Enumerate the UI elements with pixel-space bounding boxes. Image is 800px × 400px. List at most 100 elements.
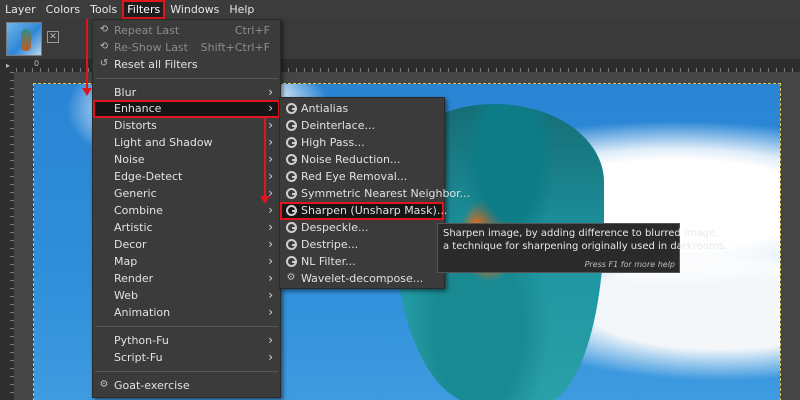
menu-item-destripe[interactable]: Destripe... xyxy=(280,236,444,253)
menu-item-deinterlace[interactable]: Deinterlace... xyxy=(280,117,444,134)
menu-item-label: NL Filter... xyxy=(301,255,356,268)
gegl-icon xyxy=(286,154,297,165)
thumbnail-bird xyxy=(21,29,31,51)
menu-item-label: Noise Reduction... xyxy=(301,153,401,166)
menu-item-label: Destripe... xyxy=(301,238,359,251)
menu-item-distorts[interactable]: Distorts › xyxy=(93,117,280,134)
menu-item-label: Map xyxy=(114,255,138,268)
menu-item-high-pass[interactable]: High Pass... xyxy=(280,134,444,151)
menu-item-label: Goat-exercise xyxy=(114,379,190,392)
menu-item-noise[interactable]: Noise › xyxy=(93,151,280,168)
menu-item-python-fu[interactable]: Python-Fu › xyxy=(93,332,280,349)
menu-item-label: Artistic xyxy=(114,221,153,234)
chevron-right-icon: › xyxy=(268,350,273,364)
chevron-right-icon: › xyxy=(268,85,273,99)
menu-item-generic[interactable]: Generic › xyxy=(93,185,280,202)
menu-item-reshow-last[interactable]: ⟲ Re-Show Last Shift+Ctrl+F xyxy=(93,39,280,56)
menu-item-label: Decor xyxy=(114,238,147,251)
menu-windows[interactable]: Windows xyxy=(165,0,224,19)
gegl-icon xyxy=(286,103,297,114)
menu-item-decor[interactable]: Decor › xyxy=(93,236,280,253)
menu-item-goat-exercise[interactable]: ⚙ Goat-exercise xyxy=(93,377,280,394)
menu-item-map[interactable]: Map › xyxy=(93,253,280,270)
chevron-right-icon: › xyxy=(268,101,273,115)
shortcut-label: Ctrl+F xyxy=(234,24,270,37)
menubar: Layer Colors Tools Filters Windows Help xyxy=(0,0,800,19)
menu-item-label: Deinterlace... xyxy=(301,119,375,132)
menu-item-despeckle[interactable]: Despeckle... xyxy=(280,219,444,236)
menu-item-wavelet-decompose[interactable]: ⚙ Wavelet-decompose... xyxy=(280,270,444,287)
menu-item-nl-filter[interactable]: NL Filter... xyxy=(280,253,444,270)
menu-item-label: Distorts xyxy=(114,119,157,132)
menu-item-red-eye-removal[interactable]: Red Eye Removal... xyxy=(280,168,444,185)
gegl-icon xyxy=(286,137,297,148)
menu-layer[interactable]: Layer xyxy=(0,0,41,19)
menu-item-light-and-shadow[interactable]: Light and Shadow › xyxy=(93,134,280,151)
tooltip-line-1: Sharpen image, by adding difference to b… xyxy=(443,228,719,239)
menu-item-label: Web xyxy=(114,289,138,302)
menu-item-reset-all-filters[interactable]: ↺ Reset all Filters xyxy=(93,56,280,73)
menu-item-edge-detect[interactable]: Edge-Detect › xyxy=(93,168,280,185)
menu-item-noise-reduction[interactable]: Noise Reduction... xyxy=(280,151,444,168)
menu-item-label: Wavelet-decompose... xyxy=(301,272,424,285)
gegl-icon xyxy=(286,188,297,199)
menu-item-combine[interactable]: Combine › xyxy=(93,202,280,219)
menu-item-label: Symmetric Nearest Neighbor... xyxy=(301,187,471,200)
menu-item-label: Combine xyxy=(114,204,163,217)
menu-item-label: Generic xyxy=(114,187,157,200)
annotation-arrow-down-icon xyxy=(82,88,92,96)
gegl-icon xyxy=(286,256,297,267)
menu-filters[interactable]: Filters xyxy=(122,0,166,19)
menu-tools[interactable]: Tools xyxy=(85,0,122,19)
menu-item-label: Python-Fu xyxy=(114,334,169,347)
menu-item-antialias[interactable]: Antialias xyxy=(280,100,444,117)
menu-item-label: Enhance xyxy=(114,102,162,115)
menu-item-label: Render xyxy=(114,272,154,285)
chevron-right-icon: › xyxy=(268,333,273,347)
menu-item-label: Script-Fu xyxy=(114,351,163,364)
gegl-icon xyxy=(286,239,297,250)
chevron-right-icon: › xyxy=(268,169,273,183)
menu-item-animation[interactable]: Animation › xyxy=(93,304,280,321)
ruler-corner-icon[interactable]: ▸ xyxy=(0,59,16,72)
menu-item-label: High Pass... xyxy=(301,136,365,149)
chevron-right-icon: › xyxy=(268,118,273,132)
menu-item-repeat-last[interactable]: ⟲ Repeat Last Ctrl+F xyxy=(93,22,280,39)
menu-item-label: Noise xyxy=(114,153,145,166)
menu-item-label: Despeckle... xyxy=(301,221,369,234)
menu-colors[interactable]: Colors xyxy=(41,0,85,19)
gegl-icon xyxy=(286,120,297,131)
menu-item-enhance[interactable]: Enhance › xyxy=(93,100,280,118)
goat-gear-icon: ⚙ xyxy=(99,379,109,390)
reshow-icon: ⟲ xyxy=(99,41,109,52)
chevron-right-icon: › xyxy=(268,254,273,268)
menu-item-label: Light and Shadow xyxy=(114,136,213,149)
chevron-right-icon: › xyxy=(268,220,273,234)
chevron-right-icon: › xyxy=(268,237,273,251)
close-icon[interactable]: ✕ xyxy=(47,31,59,43)
menu-item-label: Animation xyxy=(114,306,171,319)
menu-item-render[interactable]: Render › xyxy=(93,270,280,287)
shortcut-label: Shift+Ctrl+F xyxy=(200,41,270,54)
menu-item-blur[interactable]: Blur › xyxy=(93,84,280,101)
menu-item-label: Re-Show Last xyxy=(114,41,188,54)
menu-item-artistic[interactable]: Artistic › xyxy=(93,219,280,236)
menu-separator xyxy=(95,78,278,79)
menu-item-label: Antialias xyxy=(301,102,349,115)
menu-item-script-fu[interactable]: Script-Fu › xyxy=(93,349,280,366)
menu-item-sharpen-unsharp-mask[interactable]: Sharpen (Unsharp Mask)... xyxy=(280,202,447,220)
chevron-right-icon: › xyxy=(268,271,273,285)
chevron-right-icon: › xyxy=(268,203,273,217)
script-icon: ⚙ xyxy=(286,272,296,283)
chevron-right-icon: › xyxy=(268,135,273,149)
menu-item-symmetric-nearest-neighbor[interactable]: Symmetric Nearest Neighbor... xyxy=(280,185,470,202)
menu-help[interactable]: Help xyxy=(224,0,259,19)
chevron-right-icon: › xyxy=(268,305,273,319)
menu-item-label: Red Eye Removal... xyxy=(301,170,408,183)
vertical-ruler[interactable] xyxy=(0,72,14,400)
chevron-right-icon: › xyxy=(268,288,273,302)
reset-icon: ↺ xyxy=(99,58,109,69)
image-tab-thumbnail[interactable] xyxy=(6,22,42,56)
annotation-arrow-line xyxy=(86,19,88,89)
menu-item-web[interactable]: Web › xyxy=(93,287,280,304)
